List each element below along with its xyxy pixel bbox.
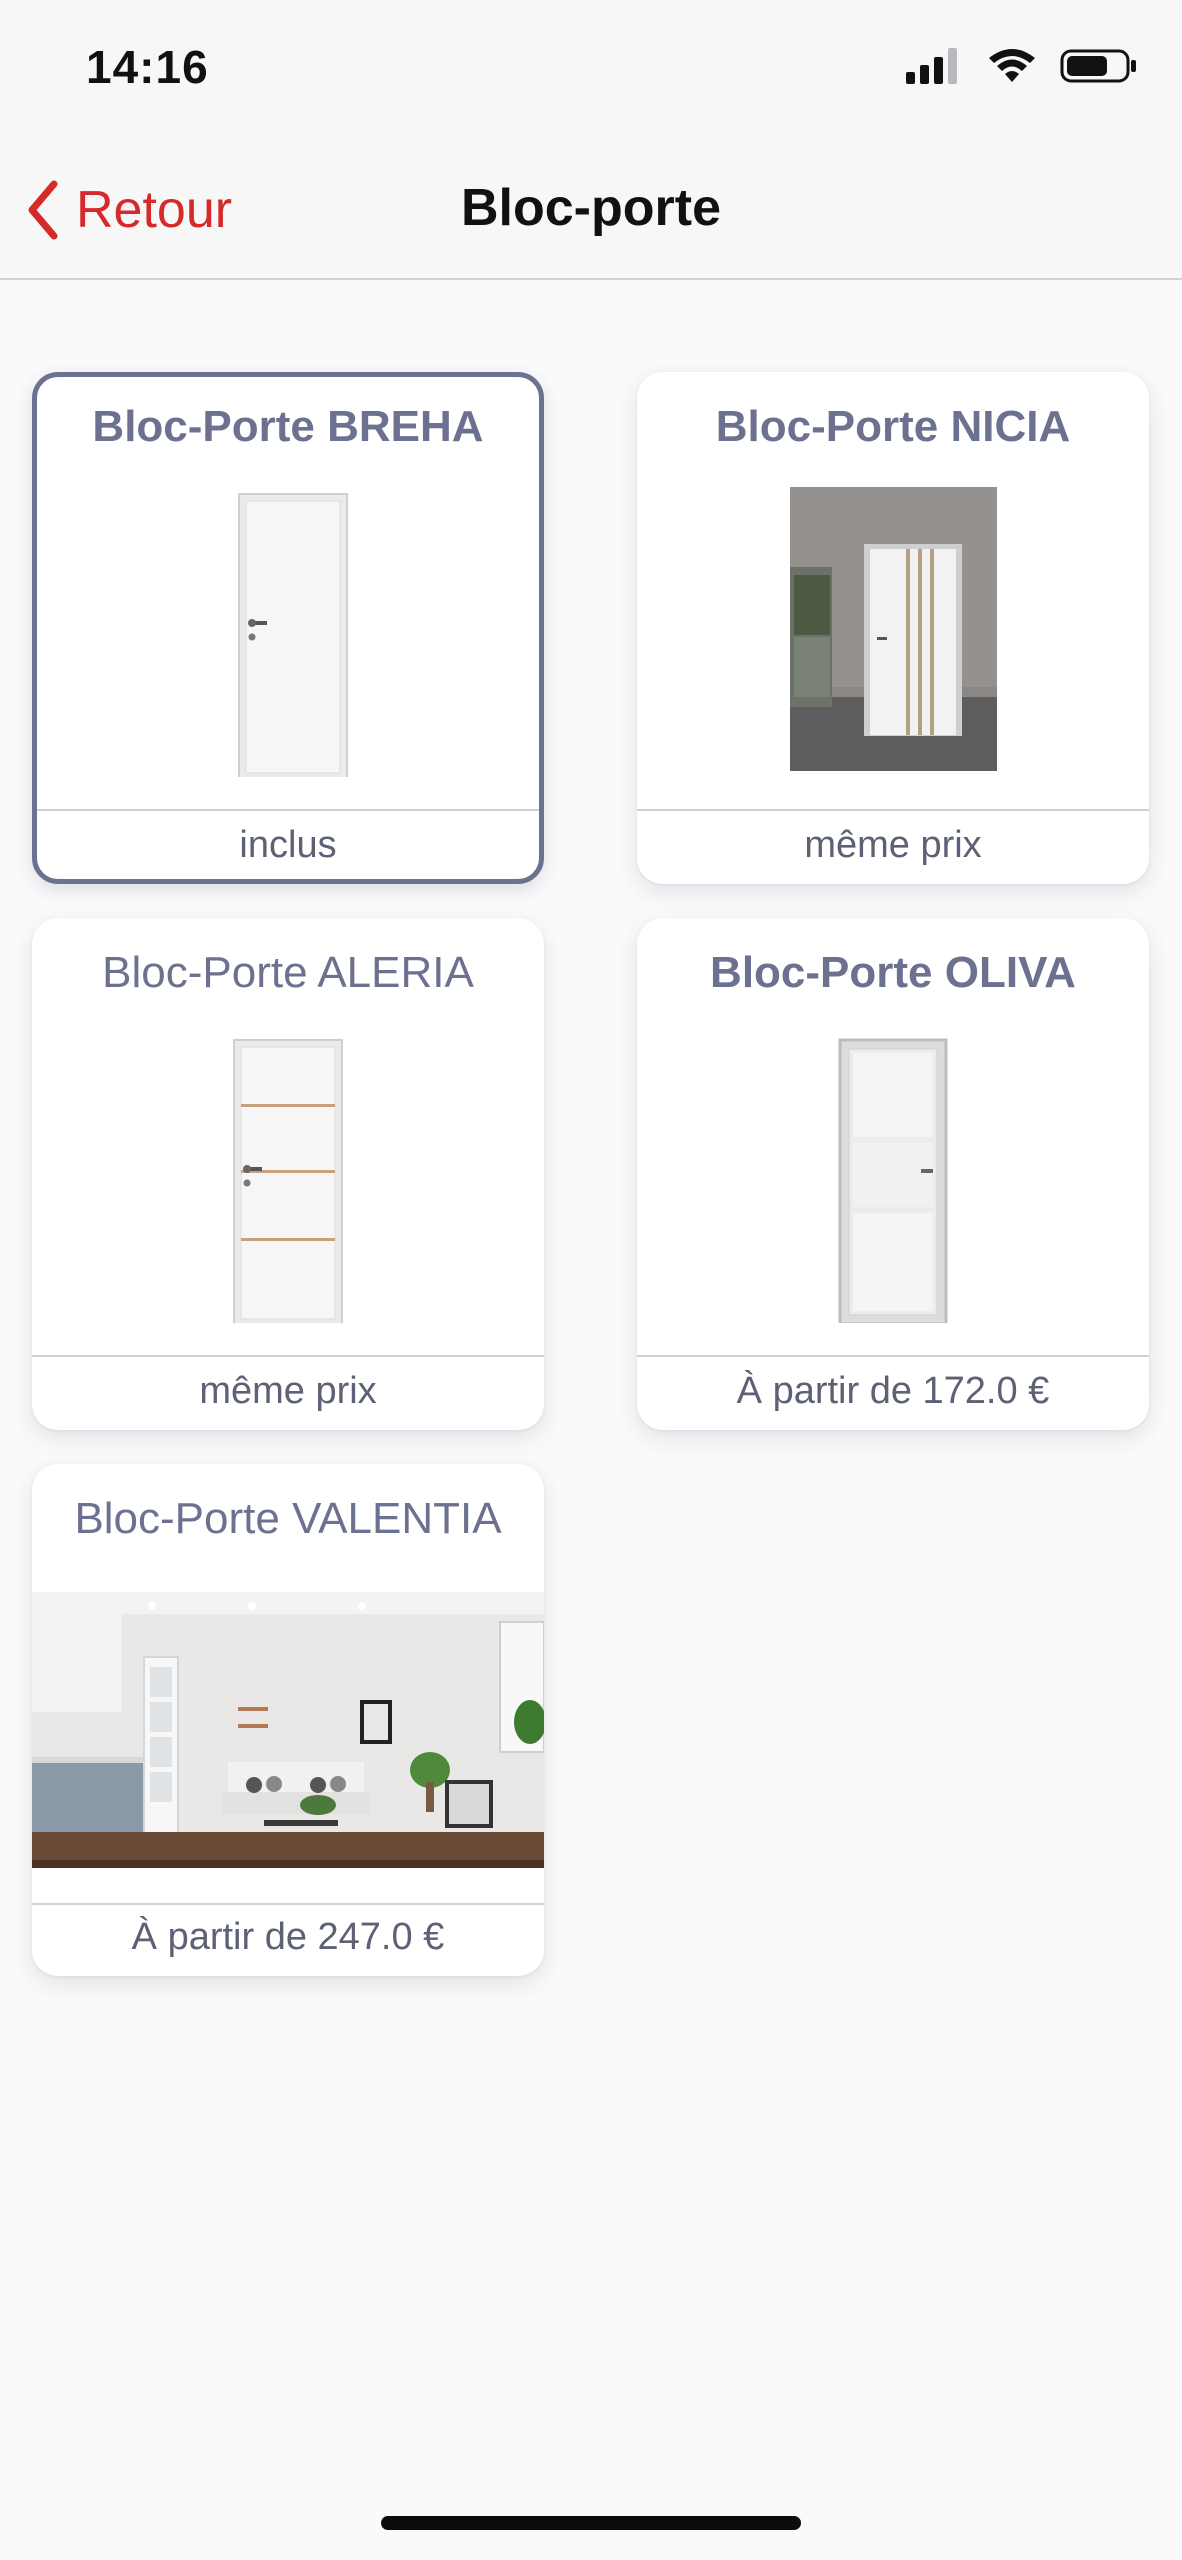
product-price: même prix bbox=[804, 824, 982, 866]
product-price: À partir de 172.0 € bbox=[736, 1370, 1050, 1412]
door-plain-icon bbox=[37, 487, 539, 779]
home-indicator bbox=[381, 2516, 801, 2530]
status-icons bbox=[904, 46, 1138, 86]
product-price: inclus bbox=[239, 824, 337, 866]
battery-icon bbox=[1060, 49, 1136, 83]
product-title: Bloc-Porte OLIVA bbox=[710, 948, 1076, 997]
card-divider bbox=[32, 1903, 544, 1905]
product-card-valentia[interactable]: Bloc-Porte VALENTIA À partir de 247.0 € bbox=[32, 1464, 544, 1976]
door-glass-icon bbox=[637, 1033, 1149, 1326]
status-time: 14:16 bbox=[86, 41, 209, 93]
door-room-photo bbox=[637, 487, 1149, 777]
product-title: Bloc-Porte ALERIA bbox=[102, 948, 474, 997]
card-divider bbox=[637, 809, 1149, 811]
product-card-nicia[interactable]: Bloc-Porte NICIA même prix bbox=[637, 372, 1149, 884]
door-striped-icon bbox=[32, 1033, 544, 1325]
product-card-oliva[interactable]: Bloc-Porte OLIVA À partir de 172.0 € bbox=[637, 918, 1149, 1430]
product-title: Bloc-Porte NICIA bbox=[715, 402, 1071, 451]
cellular-signal-icon bbox=[906, 48, 957, 84]
living-room-photo bbox=[32, 1592, 544, 1868]
card-divider bbox=[37, 809, 539, 811]
card-divider bbox=[637, 1355, 1149, 1357]
product-price: même prix bbox=[199, 1370, 377, 1412]
product-title: Bloc-Porte BREHA bbox=[92, 402, 484, 451]
product-card-breha[interactable]: Bloc-Porte BREHA inclus bbox=[32, 372, 544, 884]
navigation-bar: Retour Bloc-porte bbox=[0, 140, 1182, 280]
card-divider bbox=[32, 1355, 544, 1357]
product-title: Bloc-Porte VALENTIA bbox=[74, 1494, 502, 1543]
page-title: Bloc-porte bbox=[461, 179, 721, 237]
product-price: À partir de 247.0 € bbox=[131, 1916, 445, 1958]
status-bar: 14:16 bbox=[0, 0, 1182, 140]
wifi-icon bbox=[989, 49, 1035, 82]
product-card-aleria[interactable]: Bloc-Porte ALERIA même prix bbox=[32, 918, 544, 1430]
